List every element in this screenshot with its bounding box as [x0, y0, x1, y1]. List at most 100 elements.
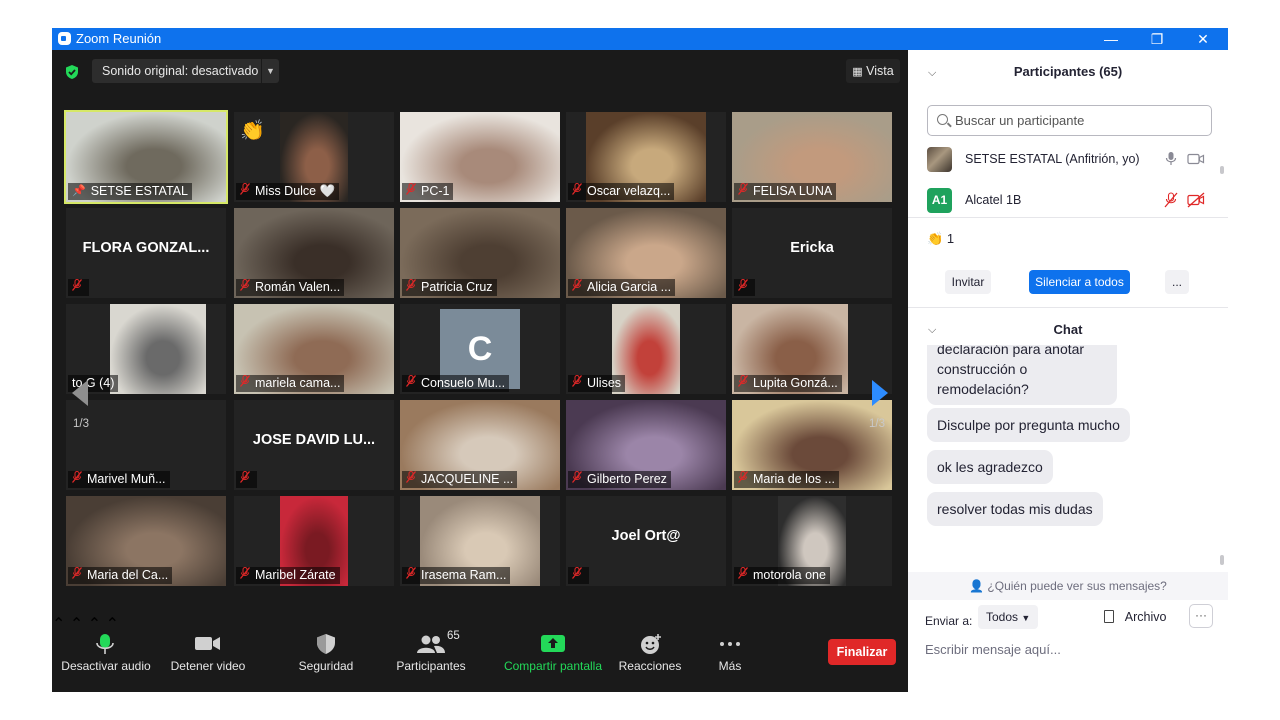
maximize-button[interactable]: ❐ [1134, 28, 1180, 50]
participants-scrollbar[interactable] [1220, 166, 1224, 174]
muted-microphone-icon [737, 471, 749, 488]
participant-name: Alcatel 1B [965, 193, 1022, 207]
muted-microphone-icon [71, 471, 83, 488]
participant-tile[interactable]: Gilberto Perez [566, 400, 726, 490]
participants-count-badge: 65 [447, 630, 460, 642]
reactions-label: Reacciones [618, 659, 682, 673]
participant-tile[interactable]: to G (4) [66, 304, 226, 394]
close-button[interactable]: ✕ [1180, 28, 1226, 50]
stop-video-button[interactable]: Detener video [162, 614, 254, 692]
participant-tile[interactable]: Maria del Ca... [66, 496, 226, 586]
search-icon [937, 114, 948, 125]
chat-more-button[interactable]: ··· [1189, 604, 1213, 628]
participant-tile[interactable]: mariela cama... [234, 304, 394, 394]
chat-message-input[interactable]: Escribir mensaje aquí... [925, 642, 1061, 657]
page-indicator-right: 1/3 [869, 418, 885, 430]
reactions-button[interactable]: Reacciones [614, 614, 686, 692]
participant-tile[interactable]: Maria de los ... [732, 400, 892, 490]
mute-audio-label: Desactivar audio [61, 659, 151, 673]
participant-name-label: Maribel Zárate [236, 567, 340, 584]
participant-tile[interactable]: Ulises [566, 304, 726, 394]
share-screen-button[interactable]: Compartir pantalla [500, 614, 606, 692]
participant-tile[interactable]: motorola one [732, 496, 892, 586]
view-button[interactable]: ▦ Vista [846, 59, 900, 83]
participant-tile[interactable]: Marivel Muñ... [66, 400, 226, 490]
participant-display-name: FLORA GONZAL... [82, 240, 210, 256]
participant-tile[interactable]: 👏 Miss Dulce 🤍 [234, 112, 394, 202]
who-can-see-messages[interactable]: 👤 ¿Quién puede ver sus mensajes? [908, 572, 1228, 600]
participant-tile[interactable]: Oscar velazq... [566, 112, 726, 202]
end-meeting-button[interactable]: Finalizar [828, 639, 896, 665]
participant-tile[interactable]: C Consuelo Mu... [400, 304, 560, 394]
muted-microphone-icon [239, 471, 251, 488]
muted-microphone-icon[interactable] [1164, 192, 1178, 208]
participant-name: Maribel Zárate [255, 568, 336, 582]
invite-button[interactable]: Invitar [945, 270, 991, 294]
muted-microphone-icon [571, 567, 583, 584]
participant-name-label: Oscar velazq... [568, 183, 675, 200]
encryption-shield-icon[interactable] [64, 64, 80, 80]
side-panel: ⌵ Participantes (65) Buscar un participa… [908, 50, 1228, 692]
participant-tile[interactable]: Patricia Cruz [400, 208, 560, 298]
participant-search-placeholder: Buscar un participante [955, 113, 1085, 128]
participant-tile[interactable]: JOSE DAVID LU... [234, 400, 394, 490]
participant-initials-avatar: A1 [927, 188, 952, 213]
participant-tile[interactable]: 📌 SETSE ESTATAL [64, 110, 228, 204]
participant-tile[interactable]: Irasema Ram... [400, 496, 560, 586]
participant-tile[interactable]: Maribel Zárate [234, 496, 394, 586]
participant-name-label: motorola one [734, 567, 830, 584]
participant-name: SETSE ESTATAL (Anfitrión, yo) [965, 152, 1140, 166]
share-screen-icon [541, 635, 565, 652]
participant-name-label: Ulises [568, 375, 626, 392]
more-button[interactable]: Más [702, 614, 758, 692]
file-button[interactable]: Archivo [1104, 607, 1166, 627]
participant-tile[interactable]: Lupita Gonzá... [732, 304, 892, 394]
security-button[interactable]: Seguridad [288, 614, 364, 692]
mute-all-button[interactable]: Silenciar a todos [1029, 270, 1130, 294]
participant-name-label: Patricia Cruz [402, 279, 497, 296]
chat-message[interactable]: ok les agradezco [927, 450, 1053, 484]
participant-row[interactable]: SETSE ESTATAL (Anfitrión, yo) [908, 141, 1218, 177]
chat-title: Chat [1053, 322, 1083, 337]
participant-tile[interactable]: Román Valen... [234, 208, 394, 298]
participant-name-label: Irasema Ram... [402, 567, 511, 584]
chat-message[interactable]: resolver todas mis dudas [927, 492, 1103, 526]
video-off-icon[interactable] [1187, 192, 1205, 208]
microphone-icon[interactable] [1165, 151, 1177, 167]
video-camera-icon [195, 637, 220, 650]
video-camera-icon[interactable] [1187, 153, 1205, 165]
participant-name-label [68, 279, 89, 296]
participant-tile[interactable]: FLORA GONZAL... [66, 208, 226, 298]
chat-message[interactable]: Disculpe por pregunta mucho [927, 408, 1130, 442]
participant-name-label: Maria de los ... [734, 471, 839, 488]
who-can-see-label: ¿Quién puede ver sus mensajes? [987, 579, 1167, 593]
original-sound-label: Sonido original: desactivado [102, 64, 259, 78]
participants-label: Participantes [396, 659, 466, 673]
participant-tile[interactable]: Ericka [732, 208, 892, 298]
send-to-select[interactable]: Todos ▼ [978, 605, 1038, 629]
participant-tile[interactable]: PC-1 [400, 112, 560, 202]
participant-tile[interactable]: Joel Ort@ [566, 496, 726, 586]
participant-name-label: JACQUELINE ... [402, 471, 518, 488]
chat-scrollbar[interactable] [1220, 555, 1224, 565]
chevron-down-icon[interactable]: ▼ [261, 59, 279, 83]
chat-message[interactable]: declaración para anotar construcción o r… [927, 345, 1117, 405]
participant-name: FELISA LUNA [753, 184, 833, 198]
participant-tile[interactable]: FELISA LUNA [732, 112, 892, 202]
participant-tile[interactable]: Alicia Garcia ... [566, 208, 726, 298]
mute-audio-button[interactable]: Desactivar audio [60, 614, 152, 692]
previous-page-arrow-icon[interactable] [70, 378, 90, 408]
muted-microphone-icon [71, 567, 83, 584]
participants-more-button[interactable]: ... [1165, 270, 1189, 294]
share-screen-label: Compartir pantalla [503, 659, 603, 673]
participants-title: Participantes (65) [1013, 64, 1123, 79]
participant-display-name: JOSE DAVID LU... [252, 432, 376, 448]
next-page-arrow-icon[interactable] [870, 378, 890, 408]
participant-search-input[interactable]: Buscar un participante [927, 105, 1212, 136]
minimize-button[interactable]: — [1088, 28, 1134, 50]
participants-button[interactable]: 65 Participantes [390, 614, 472, 692]
participant-tile[interactable]: JACQUELINE ... [400, 400, 560, 490]
participant-row[interactable]: A1 Alcatel 1B [908, 182, 1218, 218]
original-sound-toggle[interactable]: Sonido original: desactivado ▼ [92, 59, 279, 83]
participant-name: Marivel Muñ... [87, 472, 166, 486]
